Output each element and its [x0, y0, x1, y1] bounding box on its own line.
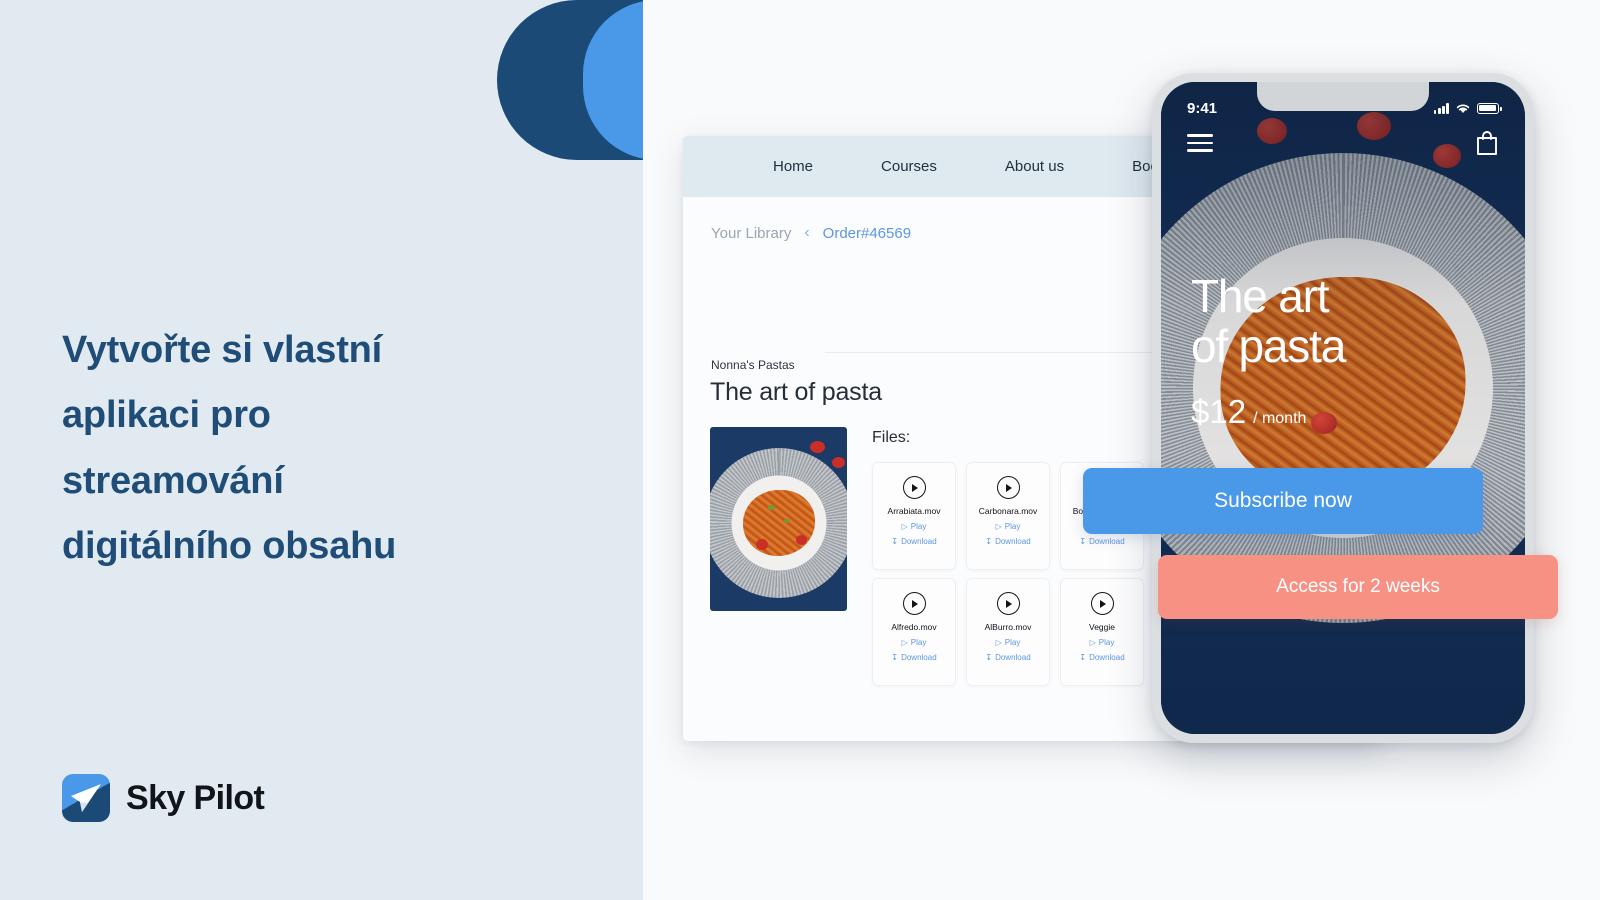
- headline-line-1: Vytvořte si vlastní: [62, 329, 383, 371]
- file-name: Carbonara.mov: [978, 506, 1038, 516]
- download-link[interactable]: ↧ Download: [985, 537, 1030, 546]
- file-name: Veggie: [1089, 622, 1115, 632]
- subscribe-now-button[interactable]: Subscribe now: [1083, 468, 1483, 534]
- hero-title-line-2: of pasta: [1191, 319, 1346, 372]
- file-name: AlBurro.mov: [984, 622, 1032, 632]
- files-section-label: Files:: [872, 429, 911, 446]
- play-circle-icon[interactable]: [1090, 592, 1114, 615]
- status-bar: 9:41: [1161, 98, 1525, 118]
- play-label: Play: [910, 638, 927, 647]
- price-row: $12 / month: [1191, 393, 1345, 431]
- phone-screen: 9:41 The art of pasta $12 / month: [1161, 82, 1525, 734]
- tomato-garnish: [832, 457, 845, 468]
- status-time: 9:41: [1187, 99, 1218, 117]
- wifi-icon: [1456, 104, 1470, 113]
- play-link[interactable]: ▷ Play: [996, 638, 1021, 647]
- headline-line-2: aplikaci pro: [62, 394, 271, 437]
- tomato-garnish: [810, 441, 825, 453]
- download-link[interactable]: ↧ Download: [891, 653, 936, 662]
- file-name: Alfredo.mov: [891, 622, 937, 632]
- left-marketing-panel: Vytvořte si vlastní aplikaci pro streamo…: [0, 0, 643, 900]
- download-label: Download: [901, 537, 937, 546]
- tomato-garnish: [756, 539, 768, 550]
- price-amount: $12: [1191, 393, 1247, 431]
- play-triangle-icon: ▷: [995, 637, 1002, 647]
- file-card[interactable]: AlBurro.mov ▷ Play ↧ Download: [966, 578, 1050, 686]
- download-arrow-icon: ↧: [1079, 536, 1087, 546]
- download-link[interactable]: ↧ Download: [985, 653, 1030, 662]
- brand-name: Sky Pilot: [126, 778, 265, 817]
- herb-garnish: [784, 519, 790, 523]
- battery-full-icon: [1477, 102, 1502, 114]
- download-arrow-icon: ↧: [891, 652, 899, 662]
- play-link[interactable]: ▷ Play: [996, 522, 1021, 531]
- shopping-bag-icon[interactable]: [1475, 130, 1499, 156]
- play-link[interactable]: ▷ Play: [902, 638, 927, 647]
- tomato-garnish: [796, 535, 807, 545]
- file-card[interactable]: Alfredo.mov ▷ Play ↧ Download: [872, 578, 956, 686]
- download-link[interactable]: ↧ Download: [891, 537, 936, 546]
- play-triangle-icon: ▷: [1089, 637, 1096, 647]
- download-arrow-icon: ↧: [891, 536, 899, 546]
- headline-line-3: streamování: [62, 459, 284, 502]
- download-arrow-icon: ↧: [1079, 652, 1087, 662]
- chevron-left-icon: ‹: [804, 224, 810, 241]
- hero-title: The art of pasta: [1191, 270, 1346, 372]
- download-arrow-icon: ↧: [985, 536, 993, 546]
- download-label: Download: [1089, 653, 1125, 662]
- hamburger-menu-icon[interactable]: [1187, 134, 1213, 152]
- page-title: Vytvořte si vlastní aplikaci pro streamo…: [62, 318, 542, 579]
- download-arrow-icon: ↧: [985, 652, 993, 662]
- download-link[interactable]: ↧ Download: [1079, 537, 1124, 546]
- nav-item-home[interactable]: Home: [773, 158, 813, 175]
- promo-banner: Vytvořte si vlastní aplikaci pro streamo…: [0, 0, 1600, 900]
- file-card[interactable]: Arrabiata.mov ▷ Play ↧ Download: [872, 462, 956, 570]
- play-triangle-icon: ▷: [901, 521, 908, 531]
- file-name: Arrabiata.mov: [887, 506, 941, 516]
- hero-title-line-1: The art: [1191, 270, 1330, 322]
- signal-bars-icon: [1433, 102, 1449, 114]
- download-label: Download: [1089, 537, 1125, 546]
- phone-top-bar: [1161, 130, 1525, 156]
- course-title: The art of pasta: [710, 378, 882, 406]
- play-label: Play: [1098, 638, 1115, 647]
- brand-logo: Sky Pilot: [62, 774, 265, 822]
- play-circle-icon[interactable]: [902, 592, 926, 615]
- play-label: Play: [910, 522, 927, 531]
- breadcrumb-current[interactable]: Order#46569: [823, 225, 911, 242]
- download-link[interactable]: ↧ Download: [1079, 653, 1124, 662]
- course-thumbnail-image: [710, 427, 847, 611]
- herb-garnish: [768, 505, 775, 510]
- price-period: / month: [1253, 410, 1307, 428]
- play-circle-icon[interactable]: [902, 476, 926, 499]
- play-triangle-icon: ▷: [901, 637, 908, 647]
- access-for-2-weeks-button[interactable]: Access for 2 weeks: [1158, 555, 1558, 619]
- phone-mockup: 9:41 The art of pasta $12 / month: [1152, 73, 1534, 743]
- phone-hero-content: The art of pasta $12 / month: [1191, 270, 1346, 431]
- play-link[interactable]: ▷ Play: [1090, 638, 1115, 647]
- breadcrumb-root[interactable]: Your Library: [711, 225, 791, 242]
- file-card[interactable]: Carbonara.mov ▷ Play ↧ Download: [966, 462, 1050, 570]
- play-link[interactable]: ▷ Play: [902, 522, 927, 531]
- headline-line-4: digitálního obsahu: [62, 525, 397, 568]
- nav-item-courses[interactable]: Courses: [881, 158, 937, 175]
- file-card[interactable]: Veggie ▷ Play ↧ Download: [1060, 578, 1144, 686]
- paper-plane-icon: [62, 774, 110, 822]
- right-product-panel: Home Courses About us Books Your Library…: [643, 0, 1600, 900]
- download-label: Download: [901, 653, 937, 662]
- play-circle-icon[interactable]: [996, 476, 1020, 499]
- download-label: Download: [995, 653, 1031, 662]
- status-icons: [1433, 102, 1502, 114]
- course-collection-label: Nonna's Pastas: [711, 358, 795, 372]
- play-circle-icon[interactable]: [996, 592, 1020, 615]
- download-label: Download: [995, 537, 1031, 546]
- play-label: Play: [1004, 522, 1021, 531]
- play-label: Play: [1004, 638, 1021, 647]
- play-triangle-icon: ▷: [995, 521, 1002, 531]
- nav-item-about-us[interactable]: About us: [1005, 158, 1064, 175]
